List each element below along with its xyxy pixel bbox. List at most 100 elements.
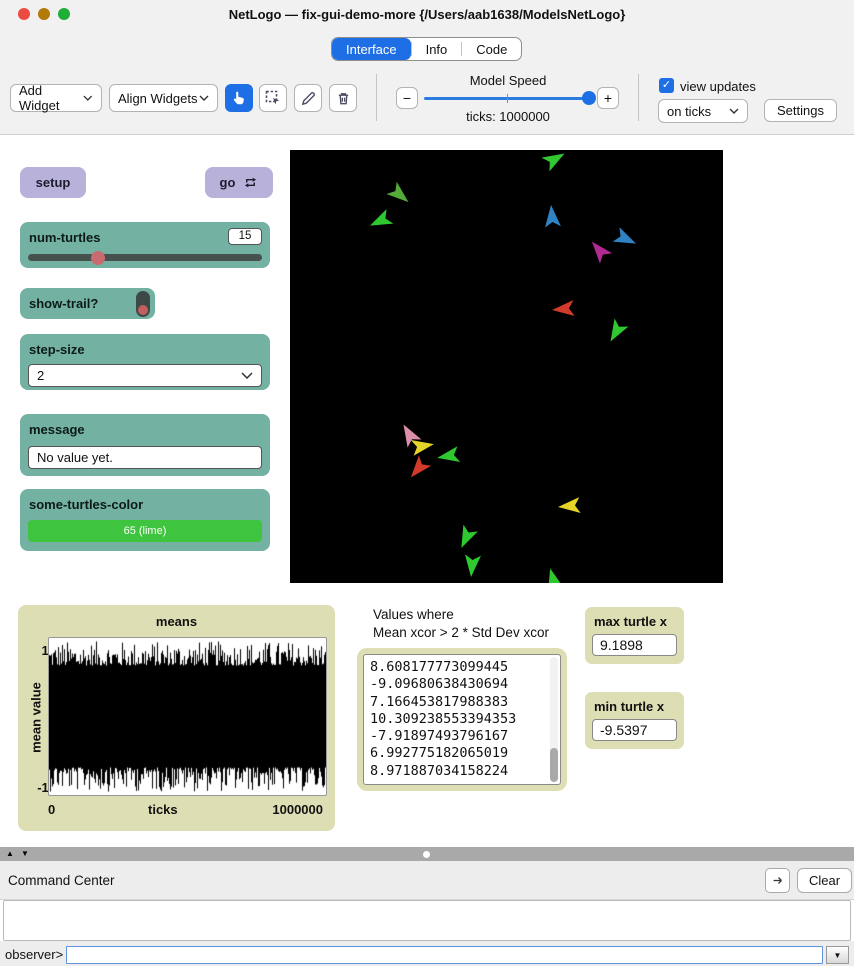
plot-title: means bbox=[18, 614, 335, 629]
max-turtle-x-monitor: max turtle x 9.1898 bbox=[585, 607, 684, 664]
command-input[interactable] bbox=[66, 946, 823, 964]
toggle-layout-button[interactable] bbox=[765, 868, 790, 893]
select-tool-button[interactable] bbox=[259, 84, 287, 112]
window-chrome: NetLogo — fix-gui-demo-more {/Users/aab1… bbox=[0, 0, 854, 135]
interact-tool-button[interactable] bbox=[225, 84, 253, 112]
delete-tool-button[interactable] bbox=[329, 84, 357, 112]
turtle bbox=[551, 300, 574, 318]
speed-slider-midtick bbox=[507, 94, 508, 103]
splitter-down-icon[interactable]: ▼ bbox=[21, 847, 29, 861]
turtle bbox=[367, 209, 394, 233]
setup-button[interactable]: setup bbox=[20, 167, 86, 198]
max-turtle-x-label: max turtle x bbox=[594, 614, 667, 629]
turtle bbox=[557, 497, 580, 515]
step-size-dropdown[interactable]: 2 bbox=[28, 364, 262, 387]
output-scrollbar-thumb[interactable] bbox=[550, 748, 558, 782]
align-widgets-dropdown[interactable]: Align Widgets bbox=[109, 84, 218, 112]
step-size-value: 2 bbox=[37, 368, 44, 383]
speed-slower-button[interactable]: − bbox=[396, 87, 418, 109]
turtle bbox=[543, 204, 561, 227]
titlebar: NetLogo — fix-gui-demo-more {/Users/aab1… bbox=[0, 0, 854, 28]
show-trail-switch-widget: show-trail? bbox=[20, 288, 155, 319]
output-scrollbar[interactable] bbox=[550, 657, 558, 782]
num-turtles-track[interactable] bbox=[28, 254, 262, 261]
turtle bbox=[541, 150, 568, 171]
observer-prompt: observer> bbox=[5, 947, 63, 962]
go-button[interactable]: go bbox=[205, 167, 273, 198]
plot-ylabel: mean value bbox=[29, 678, 44, 758]
tab-info[interactable]: Info bbox=[412, 38, 462, 60]
color-input-button[interactable]: 65 (lime) bbox=[28, 520, 262, 542]
speed-slider-thumb[interactable] bbox=[582, 91, 596, 105]
clear-button[interactable]: Clear bbox=[797, 868, 852, 893]
forever-loop-icon bbox=[243, 175, 258, 190]
turtle bbox=[436, 446, 460, 466]
command-center-output[interactable] bbox=[3, 900, 851, 941]
min-turtle-x-monitor: min turtle x -9.5397 bbox=[585, 692, 684, 749]
num-turtles-value: 15 bbox=[228, 228, 262, 245]
message-label: message bbox=[29, 422, 85, 437]
output-caption-line2: Mean xcor > 2 * Std Dev xcor bbox=[373, 624, 549, 642]
marquee-select-icon bbox=[265, 90, 281, 106]
view-updates-label: view updates bbox=[680, 79, 756, 94]
chevron-down-icon bbox=[83, 95, 93, 101]
setup-button-label: setup bbox=[36, 175, 71, 190]
tab-code[interactable]: Code bbox=[462, 38, 521, 60]
chevron-down-icon bbox=[729, 108, 739, 114]
settings-button[interactable]: Settings bbox=[764, 99, 837, 122]
message-input[interactable]: No value yet. bbox=[28, 446, 262, 469]
show-trail-switch[interactable] bbox=[136, 291, 150, 317]
turtle bbox=[604, 318, 629, 345]
hand-pointer-icon bbox=[231, 90, 247, 106]
go-button-label: go bbox=[220, 175, 236, 190]
plot-xlabel: ticks bbox=[148, 802, 178, 817]
show-trail-label: show-trail? bbox=[29, 296, 98, 311]
toolbar-divider bbox=[638, 74, 639, 121]
turtle bbox=[613, 227, 640, 251]
view-updates-checkbox[interactable]: ✓ bbox=[659, 78, 674, 93]
trash-icon bbox=[336, 91, 351, 106]
chevron-down-icon bbox=[241, 372, 253, 379]
add-widget-label: Add Widget bbox=[19, 83, 83, 113]
min-turtle-x-label: min turtle x bbox=[594, 699, 664, 714]
turtle bbox=[454, 525, 478, 552]
move-to-side-icon bbox=[771, 874, 784, 887]
align-widgets-label: Align Widgets bbox=[118, 91, 197, 106]
chevron-down-icon bbox=[199, 95, 209, 101]
turtle bbox=[586, 236, 612, 263]
main-tab-group: Interface Info Code bbox=[331, 37, 522, 61]
num-turtles-thumb[interactable] bbox=[91, 251, 105, 265]
splitter-handle-dot[interactable] bbox=[423, 851, 430, 858]
model-speed-label: Model Speed bbox=[424, 73, 592, 88]
pencil-icon bbox=[301, 91, 316, 106]
window-title: NetLogo — fix-gui-demo-more {/Users/aab1… bbox=[0, 7, 854, 22]
world-view[interactable] bbox=[290, 150, 723, 583]
some-turtles-color-label: some-turtles-color bbox=[29, 497, 143, 512]
message-input-widget: message No value yet. bbox=[20, 414, 270, 476]
plot-xmin-label: 0 bbox=[48, 802, 55, 817]
output-text: 8.608177773099445 -9.09680638430694 7.16… bbox=[364, 655, 560, 780]
splitter-up-icon[interactable]: ▲ bbox=[6, 847, 14, 861]
switch-knob bbox=[138, 305, 148, 315]
plot-canvas bbox=[49, 638, 326, 795]
add-widget-dropdown[interactable]: Add Widget bbox=[10, 84, 102, 112]
command-center-title: Command Center bbox=[8, 873, 115, 888]
command-center-splitter[interactable]: ▲ ▼ bbox=[0, 847, 854, 861]
means-plot-widget: means 12 -12 mean value 0 ticks 1000000 bbox=[18, 605, 335, 831]
model-speed-slider[interactable] bbox=[424, 97, 592, 100]
update-mode-value: on ticks bbox=[667, 104, 711, 119]
turtle bbox=[542, 566, 563, 583]
tab-interface[interactable]: Interface bbox=[332, 38, 411, 60]
min-turtle-x-value: -9.5397 bbox=[592, 719, 677, 741]
turtles-layer bbox=[290, 150, 723, 583]
max-turtle-x-value: 9.1898 bbox=[592, 634, 677, 656]
num-turtles-slider-widget: num-turtles 15 bbox=[20, 222, 270, 268]
output-caption-line1: Values where bbox=[373, 606, 454, 624]
command-history-dropdown[interactable]: ▼ bbox=[826, 946, 849, 964]
edit-tool-button[interactable] bbox=[294, 84, 322, 112]
ticks-counter: ticks: 1000000 bbox=[424, 109, 592, 124]
turtle bbox=[386, 182, 413, 208]
plot-area bbox=[48, 637, 327, 796]
update-mode-dropdown[interactable]: on ticks bbox=[658, 99, 748, 123]
speed-faster-button[interactable]: + bbox=[597, 87, 619, 109]
